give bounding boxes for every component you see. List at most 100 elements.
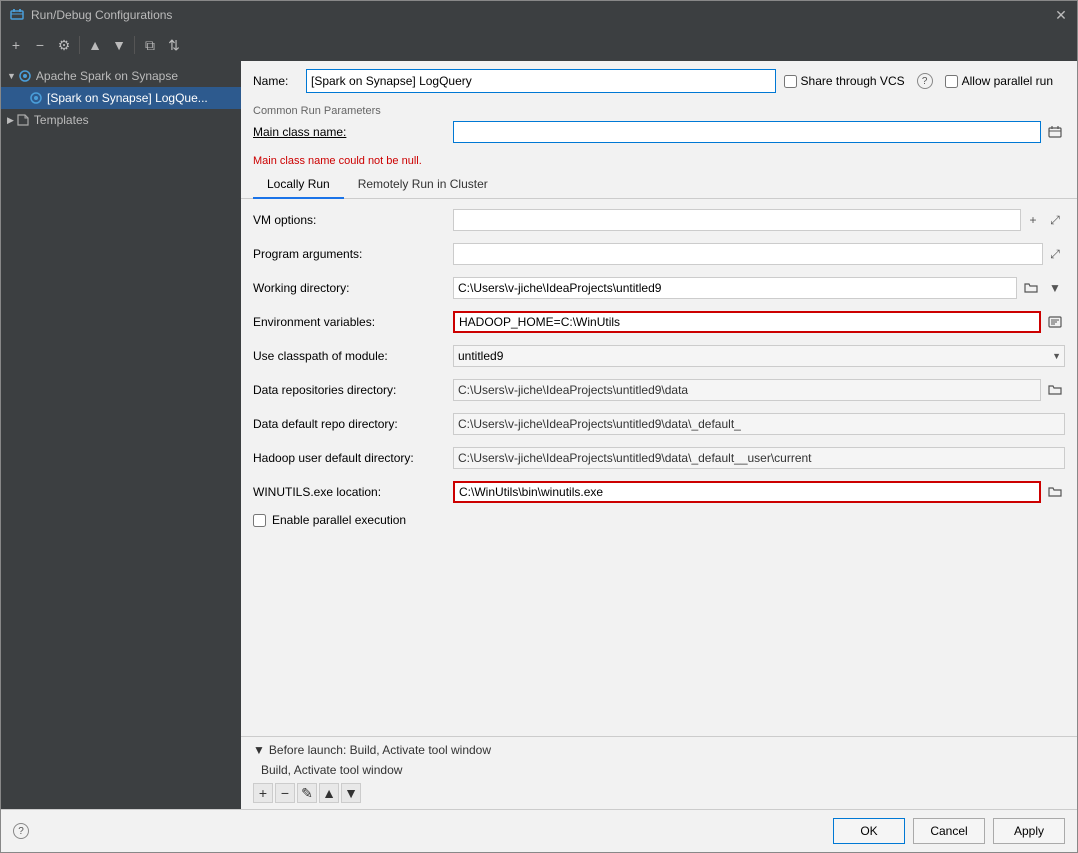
enable-parallel-row: Enable parallel execution [253,513,1065,527]
form-area: VM options: + ⤢ Program arguments: ⤢ [241,199,1077,736]
data-repos-label: Data repositories directory: [253,383,453,397]
main-class-browse-button[interactable] [1045,122,1065,142]
share-vcs-checkbox[interactable] [784,75,797,88]
winutils-label: WINUTILS.exe location: [253,485,453,499]
vm-options-row: VM options: + ⤢ [253,207,1065,233]
enable-parallel-checkbox[interactable] [253,514,266,527]
working-dir-label: Working directory: [253,281,453,295]
data-repos-input-wrap: C:\Users\v-jiche\IdeaProjects\untitled9\… [453,379,1065,401]
env-vars-edit-button[interactable] [1045,312,1065,332]
settings-config-button[interactable]: ⚙ [53,34,75,56]
main-area: ▼ Apache Spark on Synapse [Spar [1,61,1077,809]
dialog-title: Run/Debug Configurations [31,8,1053,22]
share-vcs-checkbox-label[interactable]: Share through VCS [784,74,905,88]
vm-options-expand-button[interactable]: ⤢ [1045,210,1065,230]
env-vars-input[interactable] [453,311,1041,333]
share-vcs-help-icon[interactable]: ? [917,73,933,89]
content-area: Name: Share through VCS ? Allow parallel… [241,61,1077,809]
cancel-button[interactable]: Cancel [913,818,985,844]
allow-parallel-checkbox-label[interactable]: Allow parallel run [945,74,1053,88]
name-row: Name: Share through VCS ? Allow parallel… [241,61,1077,101]
working-dir-browse-button[interactable] [1021,278,1041,298]
main-class-input-wrap [453,121,1065,143]
common-run-section-title: Common Run Parameters [241,101,1077,119]
program-args-input-wrap: ⤢ [453,243,1065,265]
data-repos-value: C:\Users\v-jiche\IdeaProjects\untitled9\… [453,379,1041,401]
data-repos-browse-button[interactable] [1045,380,1065,400]
program-args-label: Program arguments: [253,247,453,261]
before-launch-collapse-icon[interactable]: ▼ [253,743,265,757]
vm-options-label: VM options: [253,213,453,227]
classpath-label: Use classpath of module: [253,349,453,363]
vm-options-input[interactable] [453,209,1021,231]
env-vars-label: Environment variables: [253,315,453,329]
before-launch-down-button[interactable]: ▼ [341,783,361,803]
program-args-expand-button[interactable]: ⤢ [1045,244,1065,264]
main-class-label: Main class name: [253,125,453,139]
bottom-help: ? [13,823,825,839]
tab-locally-run[interactable]: Locally Run [253,171,344,199]
env-vars-row: Environment variables: [253,309,1065,335]
sort-config-button[interactable]: ⇅ [163,34,185,56]
main-class-error: Main class name could not be null. [241,153,1077,171]
hadoop-dir-row: Hadoop user default directory: C:\Users\… [253,445,1065,471]
classpath-select[interactable]: untitled9 [453,345,1065,367]
config-toolbar: + − ⚙ ▲ ▼ ⧉ ⇅ [1,29,1077,61]
program-args-row: Program arguments: ⤢ [253,241,1065,267]
working-dir-row: Working directory: ▼ [253,275,1065,301]
data-repos-row: Data repositories directory: C:\Users\v-… [253,377,1065,403]
sidebar-item-templates[interactable]: ▶ Templates [1,109,241,131]
before-launch-add-button[interactable]: + [253,783,273,803]
vm-options-add-button[interactable]: + [1023,210,1043,230]
templates-icon [16,113,30,127]
main-class-input[interactable] [453,121,1041,143]
apply-button[interactable]: Apply [993,818,1065,844]
before-launch-edit-button[interactable]: ✎ [297,783,317,803]
working-dir-input[interactable] [453,277,1017,299]
remove-config-button[interactable]: − [29,34,51,56]
add-config-button[interactable]: + [5,34,27,56]
before-launch-remove-button[interactable]: − [275,783,295,803]
close-button[interactable]: ✕ [1053,7,1069,23]
sidebar-item-apache-spark[interactable]: ▼ Apache Spark on Synapse [1,65,241,87]
enable-parallel-label: Enable parallel execution [272,513,406,527]
before-launch-toolbar: + − ✎ ▲ ▼ [253,783,1065,803]
data-default-repo-label: Data default repo directory: [253,417,453,431]
hadoop-dir-value: C:\Users\v-jiche\IdeaProjects\untitled9\… [453,447,1065,469]
collapse-arrow-icon: ▼ [7,71,16,81]
move-up-button[interactable]: ▲ [84,34,106,56]
copy-config-button[interactable]: ⧉ [139,34,161,56]
name-label: Name: [253,74,298,88]
working-dir-dropdown-button[interactable]: ▼ [1045,278,1065,298]
move-down-button[interactable]: ▼ [108,34,130,56]
spark-config-icon [18,69,32,83]
winutils-row: WINUTILS.exe location: [253,479,1065,505]
env-vars-input-wrap [453,311,1065,333]
winutils-input-wrap [453,481,1065,503]
winutils-browse-button[interactable] [1045,482,1065,502]
allow-parallel-checkbox[interactable] [945,75,958,88]
sidebar-item-templates-label: Templates [34,113,89,127]
before-launch-up-button[interactable]: ▲ [319,783,339,803]
before-launch-section: ▼ Before launch: Build, Activate tool wi… [241,736,1077,809]
sidebar-item-apache-spark-label: Apache Spark on Synapse [36,69,178,83]
data-default-repo-row: Data default repo directory: C:\Users\v-… [253,411,1065,437]
bottom-help-icon[interactable]: ? [13,823,29,839]
ok-button[interactable]: OK [833,818,905,844]
tab-remotely-run[interactable]: Remotely Run in Cluster [344,171,502,199]
tabs-bar: Locally Run Remotely Run in Cluster [241,171,1077,199]
toolbar-separator-1 [79,36,80,54]
logquery-icon [29,91,43,105]
working-dir-input-wrap: ▼ [453,277,1065,299]
name-input[interactable] [306,69,776,93]
sidebar-item-logquery[interactable]: [Spark on Synapse] LogQue... [1,87,241,109]
run-debug-dialog: Run/Debug Configurations ✕ + − ⚙ ▲ ▼ ⧉ ⇅… [0,0,1078,853]
hadoop-dir-label: Hadoop user default directory: [253,451,453,465]
classpath-select-wrap: untitled9 ▼ [453,345,1065,367]
templates-arrow-icon: ▶ [7,115,14,126]
winutils-input[interactable] [453,481,1041,503]
classpath-row: Use classpath of module: untitled9 ▼ [253,343,1065,369]
program-args-input[interactable] [453,243,1043,265]
before-launch-item: Build, Activate tool window [253,761,1065,779]
dialog-icon [9,7,25,23]
